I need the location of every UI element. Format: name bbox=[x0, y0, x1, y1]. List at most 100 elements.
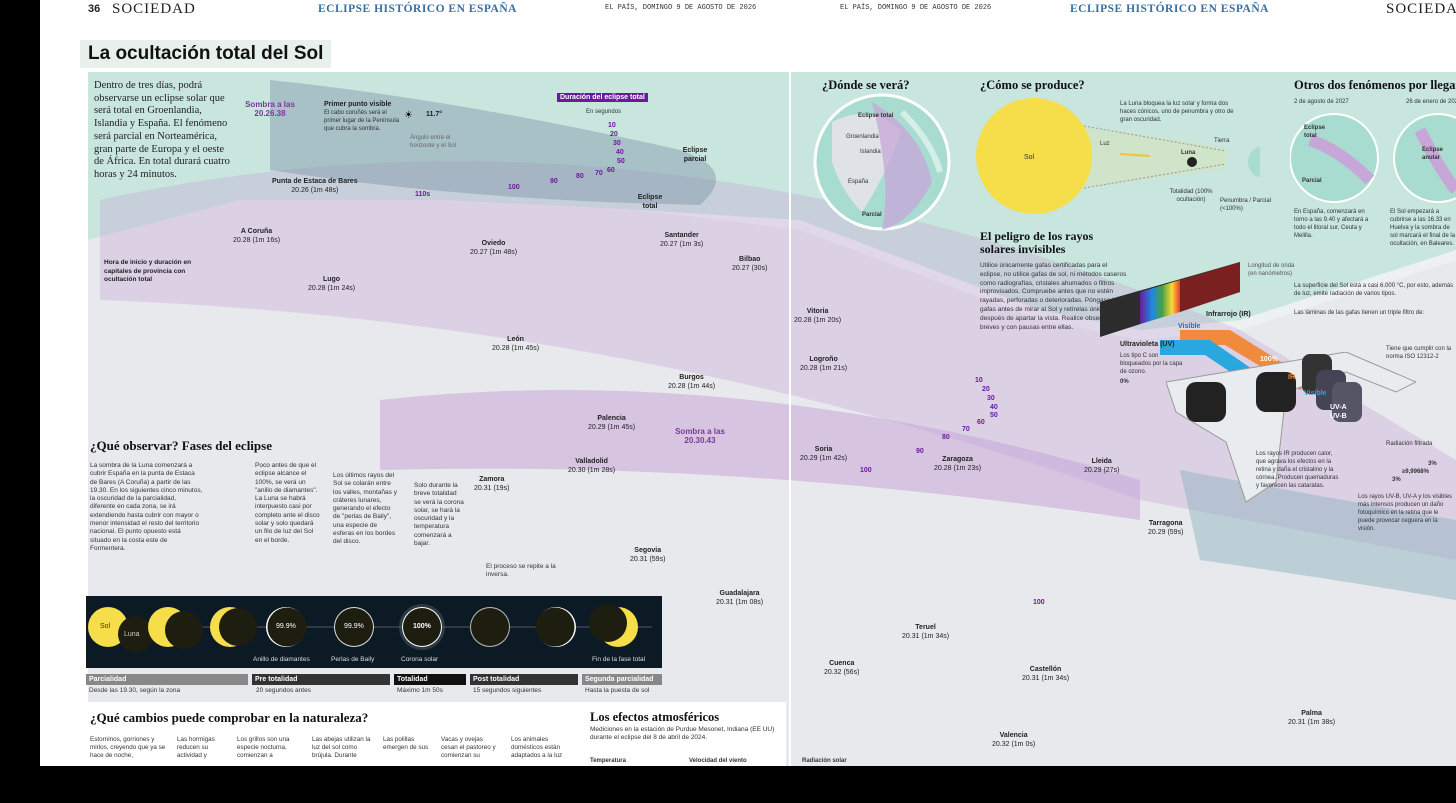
dur-50: 50 bbox=[617, 158, 625, 165]
city-leon: León 20.28 (1m 45s) bbox=[492, 336, 540, 352]
pct-total: 100% bbox=[413, 623, 431, 630]
dur-80: 80 bbox=[576, 173, 584, 180]
city-palencia: Palencia 20.29 (1m 45s) bbox=[588, 415, 636, 431]
other-note-1: La superficie del Sol está a casi 6.000 … bbox=[1294, 283, 1454, 297]
dur-r-100: 100 bbox=[860, 467, 872, 474]
intro-text: Dentro de tres días, podrá observarse un… bbox=[94, 80, 230, 180]
shadow-label-1: Sombra a las 20.26.38 bbox=[245, 100, 295, 118]
phase-bar-post-sub: 15 segundos siguientes bbox=[473, 687, 542, 694]
dur-30: 30 bbox=[613, 140, 621, 147]
other-partial: Parcial bbox=[1302, 178, 1322, 184]
phase-bar-total: Totalidad bbox=[394, 674, 466, 685]
city-lleida: Lleida 20.29 (27s) bbox=[1084, 458, 1120, 474]
phase-bar-total-sub: Máximo 1m 50s bbox=[397, 687, 443, 694]
glasses-uvb: UV-B bbox=[1330, 413, 1347, 420]
how-light: Luz bbox=[1100, 141, 1110, 147]
dur-70: 70 bbox=[595, 170, 603, 177]
pct-diamond: 99.9% bbox=[276, 623, 296, 630]
city-valladolid: Valladolid 20.30 (1m 28s) bbox=[568, 458, 616, 474]
danger-pct-3b: 3% bbox=[1392, 477, 1401, 483]
how-earth: Tierra bbox=[1214, 138, 1230, 144]
city-castellon: Castellón 20.31 (1m 34s) bbox=[1022, 666, 1070, 682]
other-e2: Eclipse anular bbox=[1422, 147, 1444, 161]
city-valencia: Valencia 20.32 (1m 0s) bbox=[992, 732, 1036, 748]
dur-r-50: 50 bbox=[990, 412, 998, 419]
other-text-2: El Sol empezará a cubrirse a las 16.33 e… bbox=[1390, 209, 1456, 247]
danger-infrared: Infrarrojo (IR) bbox=[1206, 311, 1251, 318]
eclipse-total-label: Eclipse total bbox=[637, 194, 663, 210]
phase-bar-second: Segunda parcialidad bbox=[582, 674, 662, 685]
cap-corona: Corona solar bbox=[401, 656, 439, 663]
how-penumbra: Penumbra / Parcial (<100%) bbox=[1220, 198, 1272, 212]
where-partial: Parcial bbox=[862, 212, 882, 218]
how-moon: Luna bbox=[1181, 150, 1196, 156]
glasses-visible: Visible bbox=[1304, 390, 1327, 397]
dateline-right: EL PAÍS, DOMINGO 9 DE AGOSTO DE 2026 bbox=[840, 4, 992, 12]
title-box: La ocultación total del Sol bbox=[80, 40, 332, 68]
danger-uv-text2: Los rayos UV-B, UV-A y los visibles más … bbox=[1358, 494, 1453, 532]
dur-40: 40 bbox=[616, 149, 624, 156]
how-sun: Sol bbox=[1024, 154, 1035, 161]
atmos-heading: Los efectos atmosféricos bbox=[590, 710, 720, 724]
other-e1: Eclipse total bbox=[1304, 125, 1326, 139]
kicker-left: ECLIPSE HISTÓRICO EN ESPAÑA bbox=[318, 3, 517, 15]
atmos-label-temp: Temperatura bbox=[590, 758, 626, 764]
city-lugo: Lugo 20.28 (1m 24s) bbox=[308, 276, 356, 292]
duration-unit: En segundos bbox=[586, 109, 622, 115]
dur-60: 60 bbox=[607, 167, 615, 174]
section-label-right: SOCIEDAD bbox=[1386, 1, 1456, 17]
how-totality: Totalidad (100% ocultación) bbox=[1169, 189, 1213, 203]
angle-text: Ángulo entre el horizonte y el Sol bbox=[410, 135, 457, 149]
danger-pct-999: ≥9,9968% bbox=[1402, 469, 1429, 475]
danger-heading: El peligro de los rayos solares invisibl… bbox=[980, 229, 1094, 256]
city-bilbao: Bilbao 20.27 (30s) bbox=[732, 256, 768, 272]
dur-r-30: 30 bbox=[987, 395, 995, 402]
city-zaragoza: Zaragoza 20.28 (1m 23s) bbox=[934, 456, 982, 472]
phase-bar-pre: Pre totalidad bbox=[252, 674, 390, 685]
danger-visible: Visible bbox=[1178, 323, 1201, 330]
where-place-1: Groenlandia bbox=[846, 134, 879, 140]
shadow-label-2: Sombra a las 20.30.43 bbox=[675, 427, 725, 445]
other-heading: Otros dos fenómenos por llegar bbox=[1294, 78, 1456, 92]
eclipse-partial-label: Eclipse parcial bbox=[682, 147, 708, 163]
page-title: La ocultación total del Sol bbox=[88, 43, 324, 64]
dur-100: 100 bbox=[508, 184, 520, 191]
phase-col-3: Los últimos rayos del Sol se colarán ent… bbox=[333, 472, 397, 546]
sun-icon: ☀ bbox=[404, 110, 413, 121]
phase-bar-second-sub: Hasta la puesta de sol bbox=[585, 687, 650, 694]
first-point-title: Primer punto visible bbox=[324, 101, 392, 108]
nature-col-6: Vacas y ovejas cesan el pastoreo y comie… bbox=[441, 736, 496, 759]
nature-col-3: Los grillos son una especie nocturna, co… bbox=[237, 736, 290, 759]
dur-r-40: 40 bbox=[990, 404, 998, 411]
dur-r-100b: 100 bbox=[1033, 599, 1045, 606]
pct-baily: 99.9% bbox=[344, 623, 364, 630]
city-palma: Palma 20.31 (1m 38s) bbox=[1288, 710, 1336, 726]
other-date-2: 26 de enero de 2028 bbox=[1406, 99, 1456, 105]
city-zamora: Zamora 20.31 (19s) bbox=[474, 476, 510, 492]
city-logrono: Logroño 20.28 (1m 21s) bbox=[800, 356, 848, 372]
city-oviedo: Oviedo 20.27 (1m 48s) bbox=[470, 240, 518, 256]
atmos-sub: Mediciones en la estación de Purdue Meso… bbox=[590, 726, 775, 741]
dateline-left: EL PAÍS, DOMINGO 9 DE AGOSTO DE 2026 bbox=[605, 4, 757, 12]
dur-r-80: 80 bbox=[942, 434, 950, 441]
other-text-1: En España, comenzará en torno a las 9.40… bbox=[1294, 209, 1369, 239]
glasses-ir: IR bbox=[1288, 374, 1295, 381]
dur-r-90: 90 bbox=[916, 448, 924, 455]
dur-r-20: 20 bbox=[982, 386, 990, 393]
city-bares: Punta de Estaca de Bares 20.26 (1m 48s) bbox=[272, 178, 358, 194]
kicker-right: ECLIPSE HISTÓRICO EN ESPAÑA bbox=[1070, 3, 1269, 15]
city-acoruna: A Coruña 20.28 (1m 16s) bbox=[233, 228, 281, 244]
danger-uv-pct: 0% bbox=[1120, 379, 1129, 385]
phase-bar-pre-sub: 20 segundos antes bbox=[256, 687, 311, 694]
dur-r-60: 60 bbox=[977, 419, 985, 426]
angle-value: 11.7° bbox=[426, 111, 443, 118]
duration-title: Duración del eclipse total bbox=[557, 93, 648, 102]
cap-diamond: Anillo de diamantes bbox=[253, 656, 310, 663]
other-note-2: Las láminas de las gafas tienen un tripl… bbox=[1294, 310, 1425, 316]
phase-col-5: El proceso se repite a la inversa. bbox=[486, 563, 556, 579]
dur-110: 110s bbox=[415, 191, 431, 198]
city-vitoria: Vitoria 20.28 (1m 20s) bbox=[794, 308, 842, 324]
city-santander: Santander 20.27 (1m 3s) bbox=[660, 232, 704, 248]
danger-uv-title: Ultravioleta (UV) bbox=[1120, 341, 1175, 348]
city-soria: Soria 20.29 (1m 42s) bbox=[800, 446, 848, 462]
